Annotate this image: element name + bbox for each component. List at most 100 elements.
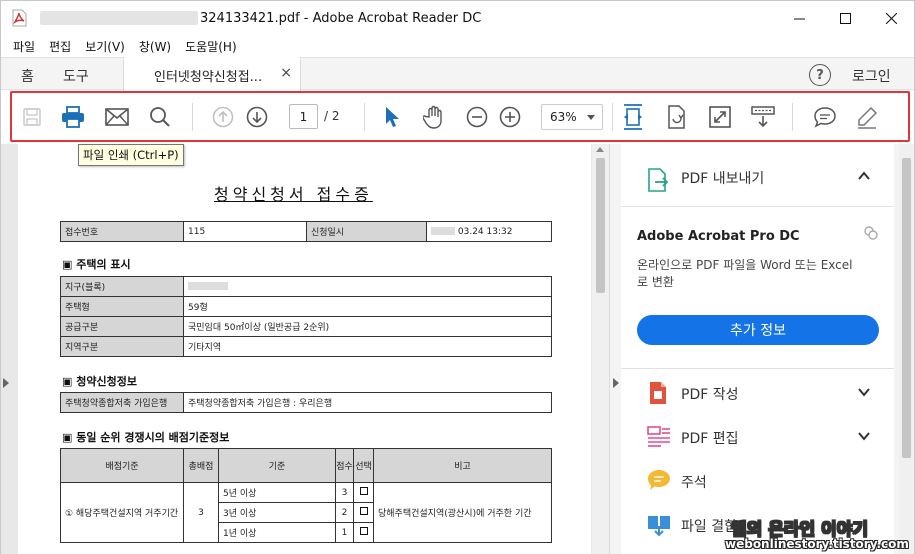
score-checkbox xyxy=(353,502,374,523)
tool-edit-pdf[interactable]: PDF 편집 xyxy=(621,415,894,459)
score-row-label: ① 해당주택건설지역 거주기간 xyxy=(60,482,184,543)
receipt-no-label: 접수번호 xyxy=(60,221,184,242)
receipt-date-value: 03.24 13:32 xyxy=(457,226,513,237)
tool-create-pdf[interactable]: PDF 작성 xyxy=(621,371,894,415)
title-bar: 324133421.pdf - Adobe Acrobat Reader DC xyxy=(1,1,914,35)
zoom-out-icon[interactable] xyxy=(464,104,490,130)
receipt-no-value: 115 xyxy=(183,221,307,242)
more-info-button[interactable]: 추가 정보 xyxy=(637,315,879,345)
product-badge-icon xyxy=(863,225,879,245)
score-criterion: 5년 이상 xyxy=(218,482,336,503)
chevron-down-icon xyxy=(857,384,871,403)
save-icon[interactable] xyxy=(19,104,45,130)
housing-value: 59형 xyxy=(183,296,552,317)
tab-document-label: 인터넷청약신청접... xyxy=(154,70,263,85)
toolbar-separator xyxy=(612,103,613,131)
page-number-input[interactable]: 1 xyxy=(289,104,318,129)
receipt-date-cell: 03.24 13:32 xyxy=(426,221,552,242)
edit-pdf-icon xyxy=(647,425,671,449)
score-note: 당해주택건설지역(광산시)에 거주한 기간 xyxy=(373,482,552,543)
print-icon[interactable] xyxy=(60,104,86,130)
toolbar: 1 / 2 63% xyxy=(10,91,910,142)
checkbox-icon xyxy=(359,527,368,535)
redacted-block xyxy=(431,227,455,235)
export-pdf-icon xyxy=(647,168,671,192)
fit-page-icon[interactable] xyxy=(620,104,646,130)
tool-label: 주석 xyxy=(681,475,707,491)
search-icon[interactable] xyxy=(147,104,173,130)
menu-window[interactable]: 창(W) xyxy=(139,38,171,55)
collapse-pane-icon[interactable] xyxy=(613,378,619,388)
close-button[interactable] xyxy=(868,1,914,35)
login-link[interactable]: 로그인 xyxy=(852,66,891,86)
housing-value: 국민임대 50㎡이상 (일반공급 2순위) xyxy=(183,316,552,337)
tools-pane-scrollbar-thumb[interactable] xyxy=(902,158,911,458)
tool-comment[interactable]: 주석 xyxy=(621,459,894,503)
housing-table: 지구(블록) 주택형 59형 공급구분 국민임대 50㎡이상 (일반공급 2순위… xyxy=(60,276,552,357)
menu-help[interactable]: 도움말(H) xyxy=(185,38,237,55)
arrow-down-icon[interactable] xyxy=(244,104,270,130)
zoom-value: 63% xyxy=(550,110,577,124)
arrow-up-icon[interactable] xyxy=(210,104,236,130)
zoom-in-icon[interactable] xyxy=(497,104,523,130)
tab-document[interactable]: 인터넷청약신청접... × xyxy=(123,57,301,91)
receipt-table: 접수번호 115 신청일시 03.24 13:32 xyxy=(60,221,552,242)
housing-label: 지구(블록) xyxy=(60,276,184,297)
chevron-down-icon xyxy=(857,428,871,447)
redacted-block xyxy=(188,282,228,290)
left-panel-toggle-icon[interactable] xyxy=(3,378,9,388)
maximize-button[interactable] xyxy=(822,1,868,35)
menu-view[interactable]: 보기(V) xyxy=(85,38,125,55)
toolbar-separator xyxy=(792,103,793,131)
select-cursor-icon[interactable] xyxy=(379,104,405,130)
blog-watermark-url: webonlinestory.tistory.com xyxy=(725,537,909,551)
housing-label: 공급구분 xyxy=(60,316,184,337)
window-controls xyxy=(776,1,914,35)
tools-pane-scrollbar[interactable] xyxy=(899,144,914,554)
comment-tool-icon xyxy=(647,469,671,493)
tab-tools[interactable]: 도구 xyxy=(63,66,89,86)
housing-value xyxy=(183,276,552,297)
minimize-button[interactable] xyxy=(776,1,822,35)
pane-divider xyxy=(621,368,894,369)
export-pdf-label: PDF 내보내기 xyxy=(681,171,765,187)
minimize-icon xyxy=(793,18,805,19)
comment-icon[interactable] xyxy=(812,104,838,130)
acrobat-icon xyxy=(10,9,28,27)
help-icon[interactable]: ? xyxy=(809,64,831,86)
tab-home[interactable]: 홈 xyxy=(21,66,34,86)
menu-file[interactable]: 파일 xyxy=(13,38,35,55)
hand-tool-icon[interactable] xyxy=(421,104,447,130)
export-pdf-header[interactable]: PDF 내보내기 xyxy=(621,152,894,207)
full-screen-icon[interactable] xyxy=(707,104,733,130)
housing-label: 지역구분 xyxy=(60,336,184,357)
section-application-title: ▣ 청약신청정보 xyxy=(62,375,137,388)
scroll-up-icon[interactable] xyxy=(596,147,604,152)
scroll-mode-icon[interactable] xyxy=(750,104,776,130)
bank-table: 주택청약종합저축 가입은행 주택청약종합저축 가입은행 : 우리은행 xyxy=(60,392,552,413)
acrobat-window: 324133421.pdf - Adobe Acrobat Reader DC … xyxy=(0,0,915,554)
document-scrollbar-thumb[interactable] xyxy=(596,158,605,293)
section-score-title: ▣ 동일 순위 경쟁시의 배점기준정보 xyxy=(62,431,230,444)
score-total: 3 xyxy=(183,482,219,543)
tool-label: PDF 작성 xyxy=(681,387,739,403)
score-criterion: 3년 이상 xyxy=(218,502,336,523)
score-header: 배점기준 xyxy=(60,448,184,483)
section-housing-title: ▣ 주택의 표시 xyxy=(62,258,131,271)
score-checkbox xyxy=(353,482,374,503)
sign-icon[interactable] xyxy=(854,104,880,130)
checkbox-icon xyxy=(359,507,368,515)
tab-close-icon[interactable]: × xyxy=(280,65,292,81)
tool-label: PDF 편집 xyxy=(681,431,739,447)
document-scrollbar[interactable] xyxy=(592,144,609,554)
rotate-icon[interactable] xyxy=(663,104,689,130)
menu-edit[interactable]: 편집 xyxy=(49,38,71,55)
tab-bar: 홈 도구 인터넷청약신청접... × ? 로그인 xyxy=(1,57,914,91)
bank-value: 주택청약종합저축 가입은행 : 우리은행 xyxy=(183,392,552,413)
score-criterion: 1년 이상 xyxy=(218,522,336,543)
checkbox-icon xyxy=(359,487,368,495)
email-icon[interactable] xyxy=(104,104,130,130)
score-header: 총배점 xyxy=(183,448,219,483)
zoom-select[interactable]: 63% xyxy=(541,104,603,130)
toolbar-separator xyxy=(192,103,193,131)
